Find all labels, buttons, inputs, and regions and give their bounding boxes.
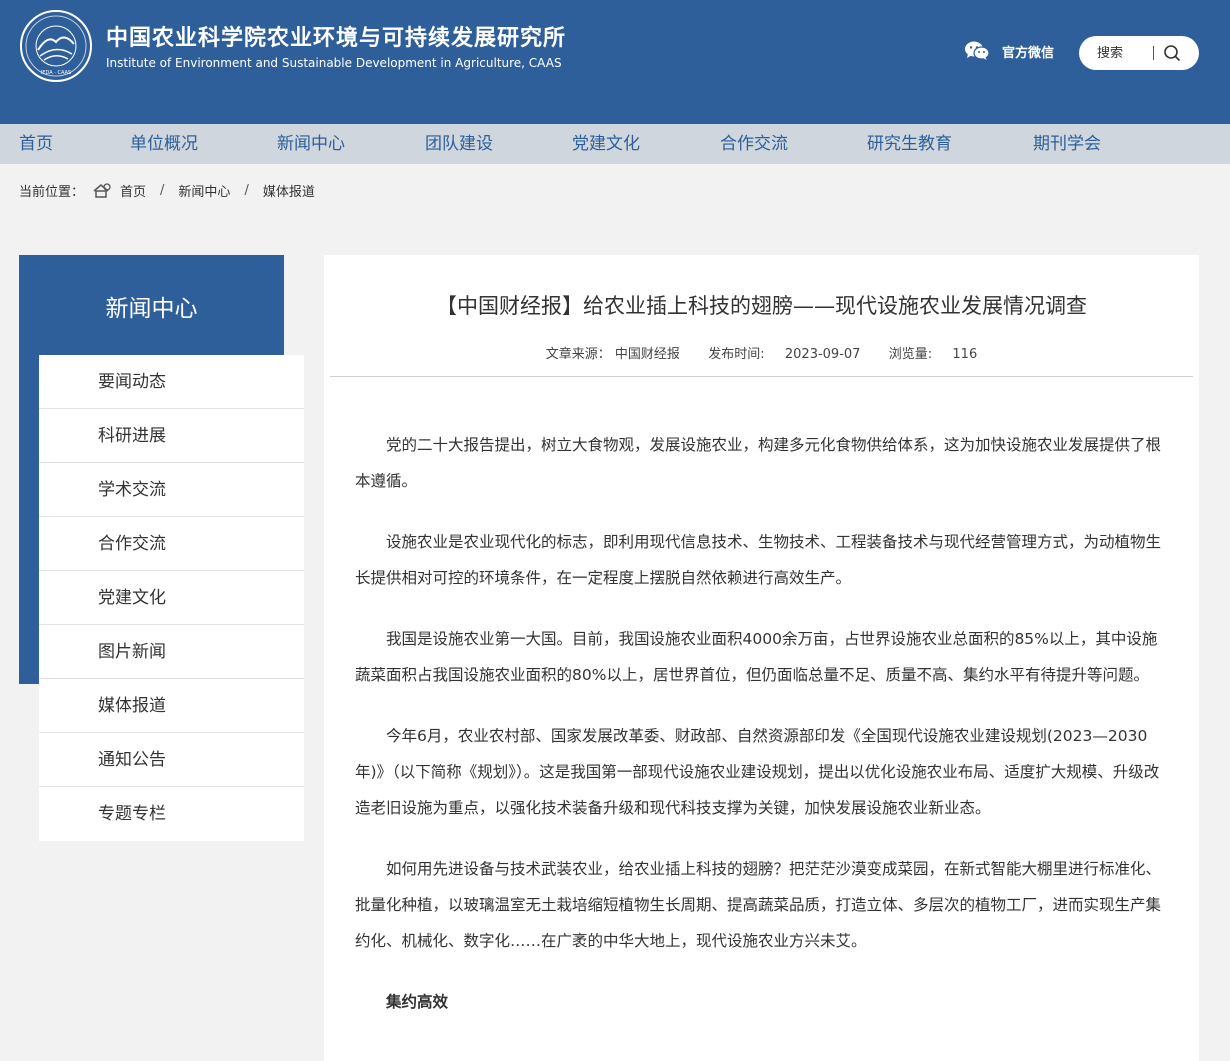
breadcrumb-separator: /	[244, 182, 249, 198]
search-divider	[1153, 46, 1154, 60]
article-body: 党的二十大报告提出，树立大食物观，发展设施农业，构建多元化食物供给体系，这为加快…	[355, 427, 1170, 1045]
breadcrumb-separator: /	[160, 182, 165, 198]
article-paragraph: 党的二十大报告提出，树立大食物观，发展设施农业，构建多元化食物供给体系，这为加快…	[355, 436, 1162, 490]
views-value: 116	[952, 347, 978, 362]
nav-item-about[interactable]: 单位概况	[130, 124, 198, 164]
article-paragraph: 我国是设施农业第一大国。目前，我国设施农业面积4000余万亩，占世界设施农业总面…	[355, 630, 1158, 684]
institute-logo[interactable]: IEDA · CAAS	[20, 10, 92, 82]
article-paragraph: 设施农业是农业现代化的标志，即利用现代信息技术、生物技术、工程装备技术与现代经营…	[355, 533, 1162, 587]
search-box	[1079, 36, 1199, 70]
sidebar-menu: 要闻动态 科研进展 学术交流 合作交流 党建文化 图片新闻 媒体报道 通知公告 …	[39, 355, 304, 841]
search-button[interactable]	[1163, 44, 1181, 62]
wechat-link[interactable]: 官方微信	[964, 38, 1054, 64]
sidebar-item-media-reports[interactable]: 媒体报道	[39, 679, 304, 733]
search-icon	[1164, 45, 1181, 62]
date-label: 发布时间:	[708, 347, 765, 362]
article-meta: 文章来源： 中国财经报 发布时间: 2023-09-07 浏览量: 116	[324, 343, 1199, 362]
wechat-icon	[965, 41, 990, 60]
date-value: 2023-09-07	[784, 347, 861, 362]
nav-item-teams[interactable]: 团队建设	[425, 124, 493, 164]
nav-item-home[interactable]: 首页	[19, 124, 53, 164]
article-paragraph: 如何用先进设备与技术武装农业，给农业插上科技的翅膀？把茫茫沙漠变成菜园，在新式智…	[355, 860, 1162, 950]
nav-item-news[interactable]: 新闻中心	[277, 124, 345, 164]
title-divider	[330, 376, 1193, 377]
source-label: 文章来源：	[545, 347, 611, 362]
breadcrumb-home-link[interactable]: 首页	[120, 181, 146, 200]
sidebar-item-special-topics[interactable]: 专题专栏	[39, 787, 304, 841]
main-nav: 首页 单位概况 新闻中心 团队建设 党建文化 合作交流 研究生教育 期刊学会	[0, 124, 1230, 164]
article-paragraph: 今年6月，农业农村部、国家发展改革委、财政部、自然资源部印发《全国现代设施农业建…	[355, 727, 1160, 817]
nav-item-journals[interactable]: 期刊学会	[1033, 124, 1101, 164]
breadcrumb-media-link[interactable]: 媒体报道	[263, 181, 315, 200]
nav-item-cooperation[interactable]: 合作交流	[720, 124, 788, 164]
svg-text:IEDA · CAAS: IEDA · CAAS	[41, 70, 71, 76]
nav-item-party[interactable]: 党建文化	[572, 124, 640, 164]
sidebar-item-academic-exchange[interactable]: 学术交流	[39, 463, 304, 517]
sidebar-header: 新闻中心	[19, 255, 284, 355]
wechat-label: 官方微信	[1002, 45, 1055, 61]
nav-item-graduate[interactable]: 研究生教育	[867, 124, 952, 164]
site-header: IEDA · CAAS 中国农业科学院农业环境与可持续发展研究所 Institu…	[0, 0, 1230, 124]
sidebar-item-party-culture[interactable]: 党建文化	[39, 571, 304, 625]
sidebar-item-research-progress[interactable]: 科研进展	[39, 409, 304, 463]
article-title: 【中国财经报】给农业插上科技的翅膀——现代设施农业发展情况调查	[436, 294, 1087, 318]
sidebar-title: 新闻中心	[105, 296, 198, 322]
sidebar-item-photo-news[interactable]: 图片新闻	[39, 625, 304, 679]
breadcrumb-label: 当前位置：	[19, 184, 85, 200]
sidebar-item-notices[interactable]: 通知公告	[39, 733, 304, 787]
sidebar-item-headlines[interactable]: 要闻动态	[39, 355, 304, 409]
article-panel: 【中国财经报】给农业插上科技的翅膀——现代设施农业发展情况调查 文章来源： 中国…	[324, 255, 1199, 1061]
site-title-en: Institute of Environment and Sustainable…	[106, 56, 562, 70]
search-input[interactable]	[1097, 45, 1153, 61]
logo-emblem-icon: IEDA · CAAS	[25, 15, 87, 77]
site-title-cn: 中国农业科学院农业环境与可持续发展研究所	[106, 26, 567, 51]
breadcrumb: 当前位置： 首页 / 新闻中心 / 媒体报道	[19, 180, 315, 200]
sidebar-item-cooperation[interactable]: 合作交流	[39, 517, 304, 571]
location-home-icon	[92, 182, 112, 198]
breadcrumb-news-link[interactable]: 新闻中心	[178, 181, 230, 200]
source-value: 中国财经报	[614, 347, 680, 362]
sidebar-accent-bar	[19, 355, 39, 684]
article-subheading: 集约高效	[386, 993, 449, 1011]
views-label: 浏览量:	[888, 347, 933, 362]
